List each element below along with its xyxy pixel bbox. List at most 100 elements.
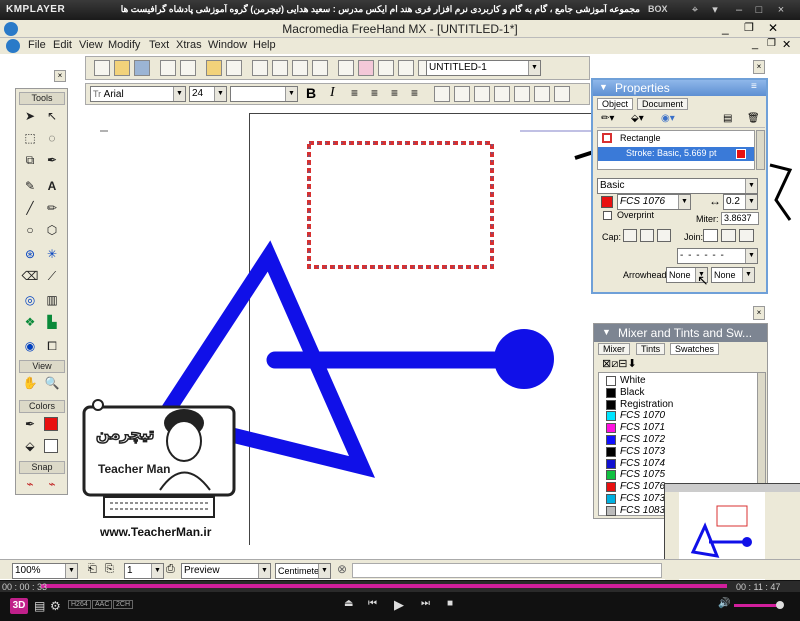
mixer-close-icon[interactable]: × xyxy=(753,306,765,320)
attributes-scrollbar[interactable] xyxy=(756,130,765,170)
dashed-rectangle[interactable] xyxy=(307,141,494,269)
tab-tints[interactable]: Tints xyxy=(636,343,666,355)
pen-tool-icon[interactable]: ✎ xyxy=(21,177,39,195)
properties-close-icon[interactable]: × xyxy=(753,60,765,74)
swatch-name: Registration xyxy=(620,398,674,410)
prev-icon[interactable]: ⏮ xyxy=(368,598,377,609)
join-miter-icon[interactable] xyxy=(703,229,718,242)
duplicate-icon[interactable]: ▤ xyxy=(723,113,732,124)
miter-input[interactable]: 3.8637 xyxy=(721,212,759,225)
dash-select[interactable]: - - - - - - ▼ xyxy=(677,248,758,264)
first-page-icon[interactable]: ⎗ xyxy=(88,563,97,576)
tab-swatches[interactable]: Swatches xyxy=(670,343,720,355)
stroke-color-chip[interactable] xyxy=(601,196,613,208)
page-select[interactable]: 1 ▼ xyxy=(124,563,164,579)
add-effect-icon[interactable]: ◉▾ xyxy=(661,113,675,124)
cap-label: Cap: xyxy=(602,232,622,242)
tools-close-icon[interactable]: × xyxy=(54,70,66,82)
eject-icon[interactable]: ⏏ xyxy=(344,598,353,609)
add-swatch-icon[interactable]: ⬇ xyxy=(627,358,636,370)
panel-menu-icon[interactable]: ≡ xyxy=(751,81,757,92)
zoom-tool-icon[interactable]: 🔍 xyxy=(43,374,61,392)
collapse-arrow-icon[interactable]: ▼ xyxy=(599,82,608,92)
swatch-row[interactable]: FCS 1075 xyxy=(606,469,756,481)
text-tool-icon[interactable]: A xyxy=(43,177,61,195)
extrude-tool-icon[interactable]: ▥ xyxy=(43,291,61,309)
settings-icon[interactable]: ⚙ xyxy=(50,599,61,613)
fill-color-swatch[interactable] xyxy=(44,439,58,453)
swatch-name: FCS 1083 xyxy=(620,504,666,516)
collapse-arrow-icon[interactable]: ▼ xyxy=(602,327,611,337)
blend-tool-icon[interactable]: ◎ xyxy=(21,291,39,309)
cap-butt-icon[interactable] xyxy=(623,229,637,242)
page-tool-icon[interactable]: ⬚ xyxy=(21,129,39,147)
add-stroke-icon[interactable]: ✏▾ xyxy=(601,113,614,124)
swatch-row[interactable]: Registration xyxy=(606,399,756,411)
delete-icon[interactable]: 🗑 xyxy=(747,113,760,124)
subselect-tool-icon[interactable]: ↖ xyxy=(43,107,61,125)
properties-header[interactable]: Properties xyxy=(593,80,766,96)
swatch-row[interactable]: White xyxy=(606,375,756,387)
tab-mixer[interactable]: Mixer xyxy=(598,343,630,355)
pointer-tool-icon[interactable]: ➤ xyxy=(21,107,39,125)
stop-playback-icon[interactable]: ■ xyxy=(447,598,453,609)
lasso-tool-icon[interactable]: ◌ xyxy=(43,129,61,147)
zoom-select[interactable]: 100% ▼ xyxy=(12,563,78,579)
stroke-color-icon[interactable]: ✒ xyxy=(21,415,39,433)
xtra-tool-icon[interactable]: ✳ xyxy=(43,245,61,263)
tab-document[interactable]: Document xyxy=(637,98,689,110)
stop-icon[interactable]: ⊗ xyxy=(337,562,347,576)
playlist-icon[interactable]: ▤ xyxy=(34,599,45,613)
stroke-color-select[interactable]: FCS 1076 ▼ xyxy=(617,194,691,210)
units-select[interactable]: Centimeter ▼ xyxy=(275,563,331,579)
next-page-icon[interactable]: ⎙ xyxy=(166,563,175,576)
stroke-color-swatch[interactable] xyxy=(44,417,58,431)
3d-button[interactable]: 3D xyxy=(10,598,28,614)
fill-color-icon[interactable]: ⬙ xyxy=(21,437,39,455)
swatch-row[interactable]: FCS 1070 xyxy=(606,410,756,422)
swatch-row[interactable]: FCS 1073 xyxy=(606,446,756,458)
eraser-tool-icon[interactable]: ⌫ xyxy=(21,267,39,285)
hand-tool-icon[interactable]: ✋ xyxy=(21,374,39,392)
swatches-header[interactable]: Mixer and Tints and Sw... xyxy=(594,324,767,342)
snap-point-icon[interactable]: ⌁ xyxy=(21,475,39,493)
overprint-checkbox[interactable] xyxy=(603,211,612,220)
action-tool-icon[interactable]: ⧠ xyxy=(43,337,61,355)
snap-object-icon[interactable]: ⌁ xyxy=(43,475,61,493)
play-icon[interactable]: ▶ xyxy=(394,597,404,613)
arrowhead-end-select[interactable]: None ▼ xyxy=(711,267,755,283)
row-rectangle[interactable]: Rectangle xyxy=(620,133,661,143)
next-icon[interactable]: ⏭ xyxy=(421,598,430,609)
blue-circle[interactable] xyxy=(494,329,554,389)
stroke-type-select[interactable]: Basic ▼ xyxy=(597,178,758,194)
line-tool-icon[interactable]: ╱ xyxy=(21,199,39,217)
view-mode-select[interactable]: Preview ▼ xyxy=(181,563,271,579)
add-fill-icon[interactable]: ⬙▾ xyxy=(631,113,644,124)
graphic-hose-icon[interactable]: ❖ xyxy=(21,313,39,331)
none-swatch-icon[interactable]: ⊠ xyxy=(602,358,611,370)
scale-tool-icon[interactable]: ⧉ xyxy=(21,151,39,169)
join-round-icon[interactable] xyxy=(721,229,736,242)
stroke-width-select[interactable]: 0.2 ▼ xyxy=(723,194,758,210)
knife-tool-icon[interactable]: ⟋ xyxy=(43,267,61,285)
polygon-tool-icon[interactable]: ⬡ xyxy=(43,221,61,239)
swatch-row[interactable]: FCS 1074 xyxy=(606,458,756,470)
eyedropper-tool-icon[interactable]: ✒ xyxy=(43,151,61,169)
tab-object[interactable]: Object xyxy=(597,98,634,110)
swatch-row[interactable]: FCS 1072 xyxy=(606,434,756,446)
row-stroke-selected[interactable]: Stroke: Basic, 5.669 pt xyxy=(598,147,754,161)
prev-page-icon[interactable]: ⎘ xyxy=(105,563,114,576)
join-bevel-icon[interactable] xyxy=(739,229,754,242)
swatch-row[interactable]: Black xyxy=(606,387,756,399)
connector-tool-icon[interactable]: ◉ xyxy=(21,337,39,355)
cap-round-icon[interactable] xyxy=(640,229,654,242)
volume-knob[interactable] xyxy=(776,601,784,609)
volume-track[interactable] xyxy=(734,604,782,607)
volume-icon[interactable]: 🔊 xyxy=(718,598,730,609)
ellipse-tool-icon[interactable]: ○ xyxy=(21,221,39,239)
cap-square-icon[interactable] xyxy=(657,229,671,242)
pencil-tool-icon[interactable]: ✏ xyxy=(43,199,61,217)
mirror-tool-icon[interactable]: ⊛ xyxy=(21,245,39,263)
swatch-row[interactable]: FCS 1071 xyxy=(606,422,756,434)
chart-tool-icon[interactable]: ▙ xyxy=(43,313,61,331)
